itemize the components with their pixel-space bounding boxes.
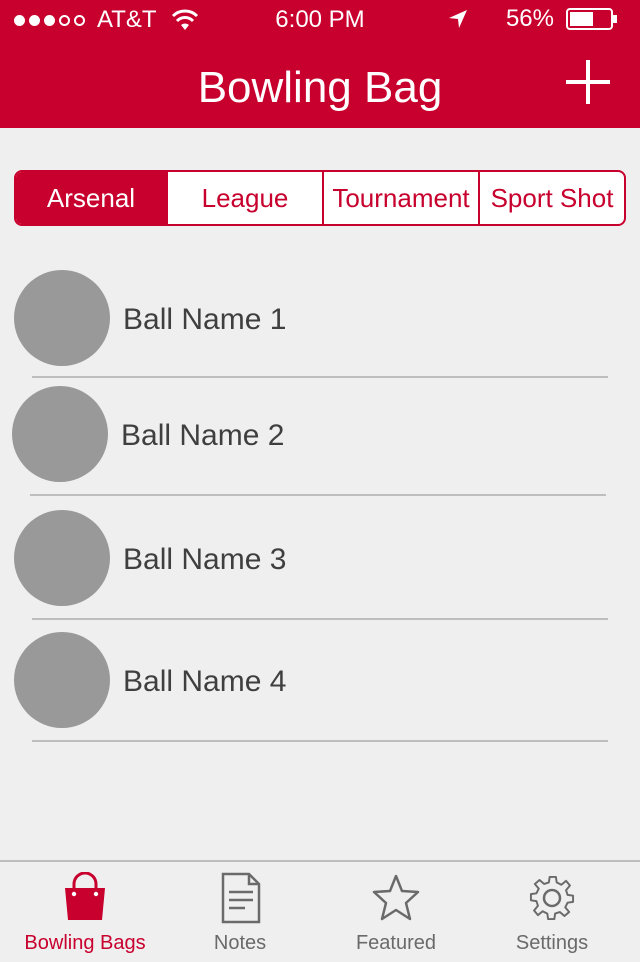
status-bar: AT&T 6:00 PM 56% — [0, 0, 640, 40]
segment-arsenal[interactable]: Arsenal — [16, 172, 166, 224]
tab-label: Bowling Bags — [24, 932, 146, 954]
battery-percentage: 56% — [505, 5, 554, 32]
shopping-bag-icon — [65, 872, 105, 920]
header: AT&T 6:00 PM 56% Bowling Bag — [0, 0, 640, 128]
gear-icon — [529, 875, 575, 921]
ball-avatar — [14, 270, 110, 366]
ball-name: Ball Name 1 — [123, 303, 287, 336]
tab-bowling-bags[interactable]: Bowling Bags — [5, 862, 165, 962]
divider — [32, 376, 608, 378]
ball-name: Ball Name 2 — [121, 419, 285, 452]
divider — [32, 740, 608, 742]
divider — [32, 618, 608, 620]
list-item[interactable]: Ball Name 3 — [0, 510, 640, 620]
tab-label: Notes — [213, 932, 267, 954]
ball-avatar — [14, 510, 110, 606]
segment-tournament[interactable]: Tournament — [322, 172, 478, 224]
tab-label: Featured — [355, 932, 437, 954]
battery-icon — [566, 8, 617, 30]
ball-name: Ball Name 3 — [123, 543, 287, 576]
page-title: Bowling Bag — [197, 63, 443, 112]
add-button[interactable] — [564, 58, 612, 106]
ball-avatar — [14, 632, 110, 728]
status-right: 56% — [446, 7, 618, 31]
divider — [30, 494, 606, 496]
list-item[interactable]: Ball Name 4 — [0, 632, 640, 742]
tab-settings[interactable]: Settings — [472, 862, 632, 962]
segment-league[interactable]: League — [166, 172, 322, 224]
tab-bar: Bowling Bags Notes Featured Settings — [0, 860, 640, 960]
tab-featured[interactable]: Featured — [316, 862, 476, 962]
tab-label: Settings — [515, 932, 589, 954]
tab-notes[interactable]: Notes — [160, 862, 320, 962]
list-item[interactable]: Ball Name 1 — [0, 270, 640, 378]
list-item[interactable]: Ball Name 2 — [0, 386, 640, 496]
star-icon — [372, 874, 420, 921]
bag-segmented-control: Arsenal League Tournament Sport Shot — [14, 170, 626, 226]
document-icon — [221, 872, 261, 924]
segment-sport-shot[interactable]: Sport Shot — [478, 172, 624, 224]
ball-avatar — [12, 386, 108, 482]
location-arrow-icon — [448, 10, 467, 28]
ball-name: Ball Name 4 — [123, 665, 287, 698]
